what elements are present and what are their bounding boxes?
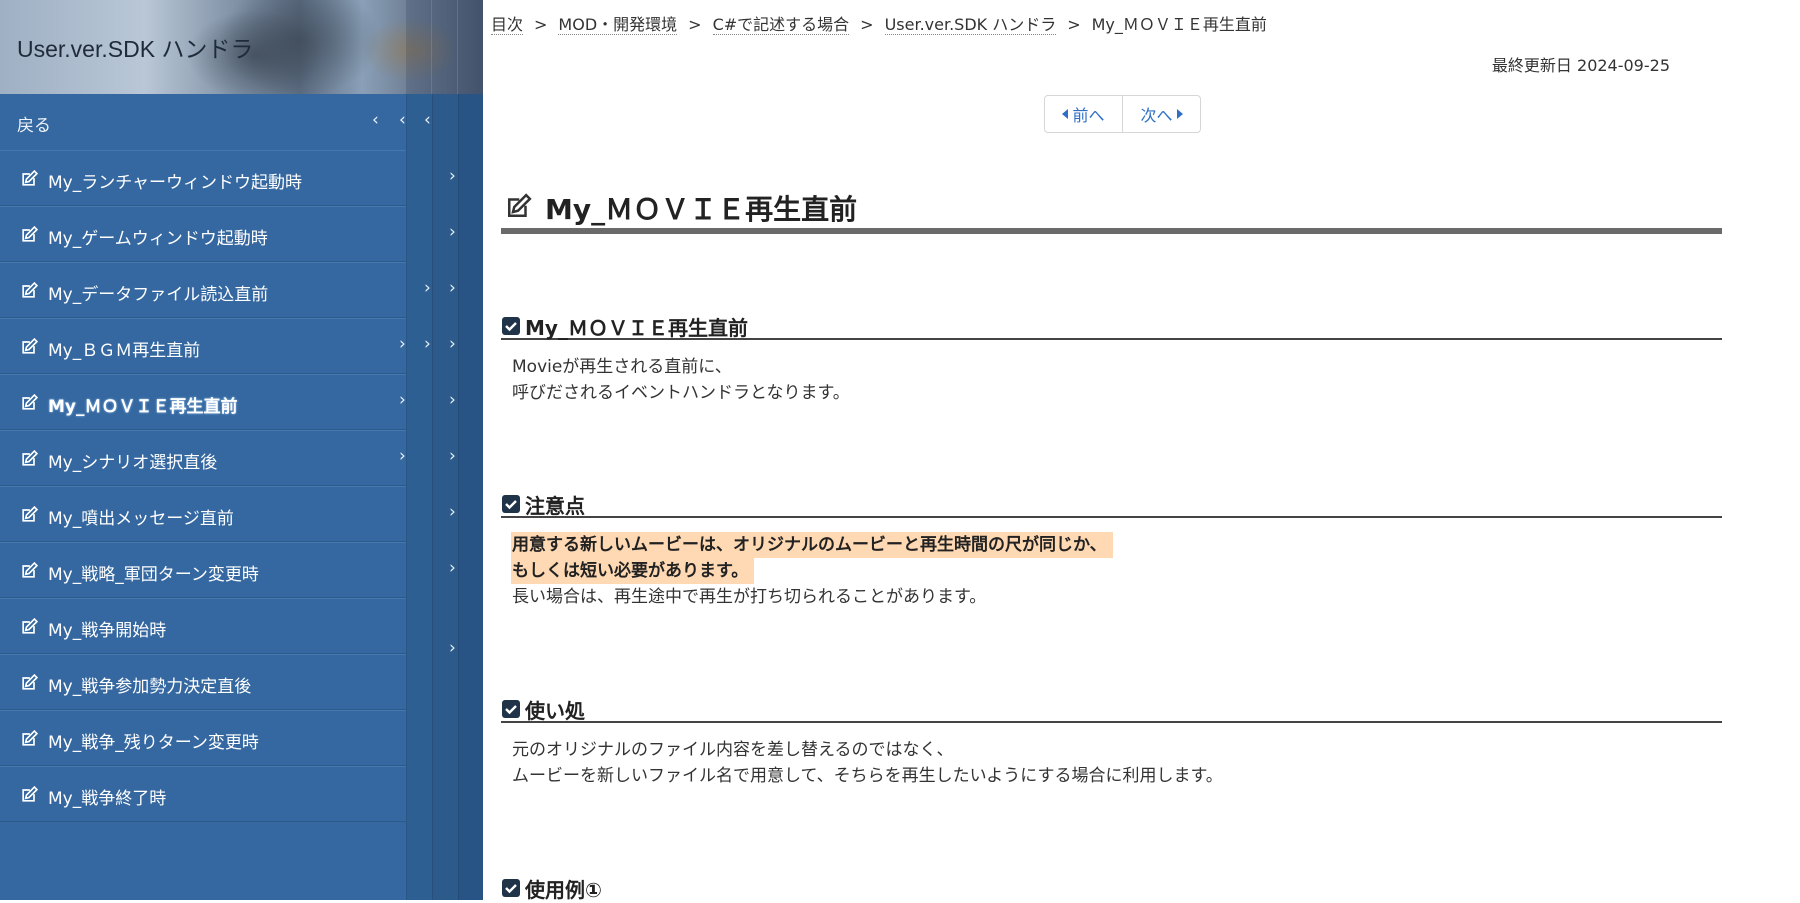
paragraph-line: 長い場合は、再生途中で再生が打ち切られることがあります。 — [512, 587, 987, 607]
next-label: 次へ — [1140, 106, 1173, 125]
checkbox-checked-icon — [502, 495, 520, 513]
sidebar-menu-item-label: My_データファイル読込直前 — [48, 285, 269, 305]
edit-icon — [19, 673, 39, 693]
section-heading: 注意点 — [501, 488, 1722, 518]
caret-left-icon — [1062, 109, 1069, 119]
section: 使用例① — [501, 872, 1722, 902]
edit-icon — [19, 729, 39, 749]
sidebar-menu-item-label: My_ＢＧＭ再生直前 — [48, 341, 201, 361]
chevron-left-icon[interactable]: ‹ — [372, 110, 379, 130]
highlighted-text: 用意する新しいムービーは、オリジナルのムービーと再生時間の尺が同じか、 — [511, 532, 1113, 558]
banner-stripe — [431, 0, 457, 94]
sidebar-menu-item-label: My_戦争開始時 — [48, 621, 167, 641]
section-body: Movieが再生される直前に、 呼びだされるイベントハンドラとなります。 — [501, 340, 1722, 406]
edit-icon — [19, 449, 39, 469]
caret-right-icon — [1176, 109, 1183, 119]
sidebar: User.ver.SDK ハンドラ 戻る ‹ ‹ ‹ My_ランチャーウィンドウ… — [0, 0, 483, 900]
breadcrumb-link[interactable]: C#で記述する場合 — [712, 15, 850, 35]
section-title: 注意点 — [525, 494, 585, 518]
page-title-row: My_ＭＯＶＩＥ再生直前 — [501, 186, 1722, 234]
page-title: My_ＭＯＶＩＥ再生直前 — [545, 193, 858, 226]
site-title[interactable]: User.ver.SDK ハンドラ — [17, 30, 253, 64]
edit-icon — [508, 193, 532, 217]
chevron-left-icon[interactable]: ‹ — [424, 110, 431, 130]
breadcrumb-link[interactable]: 目次 — [491, 15, 524, 35]
sidebar-menu-item-label: My_戦争終了時 — [48, 789, 167, 809]
section-heading: My_ＭＯＶＩＥ再生直前 — [501, 310, 1722, 340]
main-content: 目次 > MOD・開発環境 > C#で記述する場合 > User.ver.SDK ハンドラ >… — [483, 0, 1800, 902]
section-heading: 使用例① — [501, 872, 1722, 902]
section-body: 用意する新しいムービーは、オリジナルのムービーと再生時間の尺が同じか、 もしくは… — [501, 518, 1722, 610]
section-title: 使用例① — [525, 878, 602, 902]
nested-menu-column[interactable] — [432, 94, 458, 900]
chevron-left-icon[interactable]: ‹ — [399, 110, 406, 130]
sidebar-menu-item-label: My_ゲームウィンドウ起動時 — [48, 229, 268, 249]
sidebar-menu-item-label: My_戦略_軍団ターン変更時 — [48, 565, 259, 585]
sidebar-menu-item[interactable]: My_データファイル読込直前 — [0, 262, 406, 318]
checkbox-checked-icon — [502, 700, 520, 718]
paragraph-line: 呼びだされるイベントハンドラとなります。 — [512, 383, 850, 403]
breadcrumb-separator: > — [1067, 15, 1081, 34]
sidebar-menu-item-label: My_ＭＯＶＩＥ再生直前 — [48, 397, 238, 417]
sidebar-menu-item[interactable]: My_戦争開始時 — [0, 598, 406, 654]
checkbox-checked-icon — [502, 317, 520, 335]
sidebar-menu-item[interactable]: My_ランチャーウィンドウ起動時 — [0, 150, 406, 206]
paragraph-line: 元のオリジナルのファイル内容を差し替えるのではなく、 — [512, 740, 954, 760]
nested-menu-column[interactable] — [458, 94, 483, 900]
breadcrumb: 目次 > MOD・開発環境 > C#で記述する場合 > User.ver.SDK ハンドラ >… — [491, 11, 1267, 35]
sidebar-menu-item[interactable]: My_戦略_軍団ターン変更時 — [0, 542, 406, 598]
sidebar-menu: My_ランチャーウィンドウ起動時 My_ゲームウィンドウ起動時 My_データファイル… — [0, 150, 406, 822]
back-button[interactable]: 戻る ‹ ‹ ‹ — [0, 94, 483, 150]
checkbox-checked-icon — [502, 879, 520, 897]
section-body: 元のオリジナルのファイル内容を差し替えるのではなく、 ムービーを新しいファイル名… — [501, 723, 1722, 789]
sidebar-menu-item[interactable]: My_戦争終了時 — [0, 766, 406, 822]
edit-icon — [19, 169, 39, 189]
sidebar-menu-item[interactable]: My_戦争参加勢力決定直後 — [0, 654, 406, 710]
section: My_ＭＯＶＩＥ再生直前 Movieが再生される直前に、 呼びだされるイベントハ… — [501, 310, 1722, 406]
section-title: My_ＭＯＶＩＥ再生直前 — [525, 316, 748, 340]
sidebar-menu-item-label: My_戦争参加勢力決定直後 — [48, 677, 252, 697]
prev-label: 前へ — [1072, 106, 1105, 125]
sidebar-menu-item[interactable]: My_ＭＯＶＩＥ再生直前 — [0, 374, 406, 430]
sidebar-menu-item[interactable]: My_噴出メッセージ直前 — [0, 486, 406, 542]
sidebar-header-banner: User.ver.SDK ハンドラ — [0, 0, 483, 94]
back-label: 戻る — [17, 116, 51, 136]
breadcrumb-separator: > — [860, 15, 874, 34]
sidebar-menu-item-label: My_ランチャーウィンドウ起動時 — [48, 173, 303, 193]
sidebar-menu-item-label: My_噴出メッセージ直前 — [48, 509, 234, 529]
paragraph-line: ムービーを新しいファイル名で用意して、そちらを再生したいようにする場合に利用しま… — [512, 766, 1223, 786]
breadcrumb-link[interactable]: MOD・開発環境 — [558, 15, 678, 35]
banner-stripe — [405, 0, 431, 94]
edit-icon — [19, 561, 39, 581]
pager: 前へ 次へ — [1044, 95, 1201, 133]
next-button[interactable]: 次へ — [1122, 96, 1200, 132]
edit-icon — [19, 281, 39, 301]
section: 使い処 元のオリジナルのファイル内容を差し替えるのではなく、 ムービーを新しいフ… — [501, 693, 1722, 789]
edit-icon — [19, 337, 39, 357]
section-title: 使い処 — [525, 699, 585, 723]
section: 注意点 用意する新しいムービーは、オリジナルのムービーと再生時間の尺が同じか、 … — [501, 488, 1722, 610]
sidebar-menu-item[interactable]: My_ゲームウィンドウ起動時 — [0, 206, 406, 262]
banner-stripe — [457, 0, 483, 94]
breadcrumb-separator: > — [688, 15, 702, 34]
nested-menu-column[interactable] — [406, 94, 432, 900]
highlighted-text: もしくは短い必要があります。 — [511, 558, 755, 584]
sidebar-menu-item[interactable]: My_シナリオ選択直後 — [0, 430, 406, 486]
last-updated: 最終更新日 2024-09-25 — [1491, 56, 1670, 75]
sidebar-menu-item[interactable]: My_ＢＧＭ再生直前 — [0, 318, 406, 374]
paragraph-line: Movieが再生される直前に、 — [512, 357, 732, 377]
sidebar-menu-item[interactable]: My_戦争_残りターン変更時 — [0, 710, 406, 766]
breadcrumb-link[interactable]: User.ver.SDK ハンドラ — [884, 15, 1057, 35]
edit-icon — [19, 785, 39, 805]
edit-icon — [19, 225, 39, 245]
breadcrumb-current: My_ＭＯＶＩＥ再生直前 — [1091, 15, 1267, 34]
prev-button[interactable]: 前へ — [1045, 96, 1122, 132]
edit-icon — [19, 505, 39, 525]
edit-icon — [19, 393, 39, 413]
sidebar-menu-item-label: My_シナリオ選択直後 — [48, 453, 218, 473]
edit-icon — [19, 617, 39, 637]
breadcrumb-separator: > — [534, 15, 548, 34]
section-heading: 使い処 — [501, 693, 1722, 723]
sidebar-menu-item-label: My_戦争_残りターン変更時 — [48, 733, 259, 753]
